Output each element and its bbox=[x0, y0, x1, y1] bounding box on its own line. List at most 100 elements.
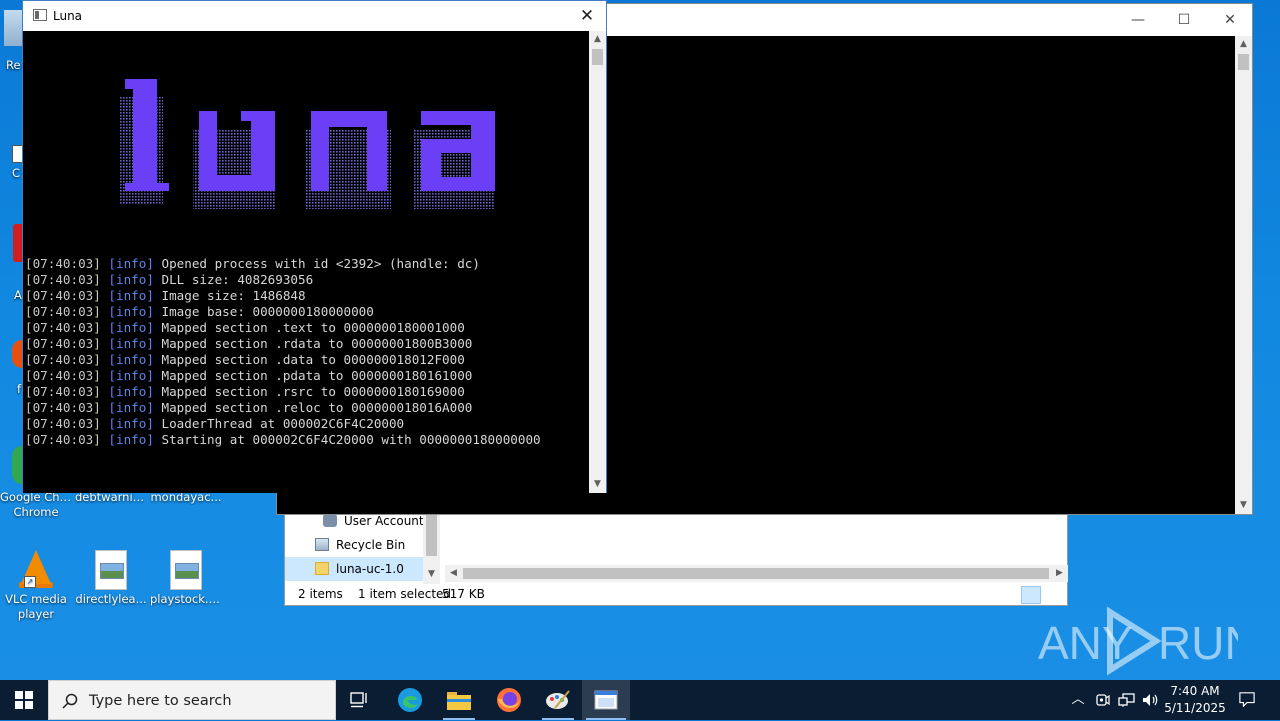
chevron-down-icon[interactable]: ▼ bbox=[589, 476, 606, 493]
console-output[interactable]: luna [07:40:03] [info] Opened process wi… bbox=[23, 31, 590, 493]
chevron-up-icon[interactable]: ▲ bbox=[589, 31, 606, 48]
chevron-left-icon[interactable]: ◀ bbox=[445, 565, 462, 582]
content-horizontal-scrollbar[interactable]: ◀ ▶ bbox=[445, 565, 1068, 582]
log-message: Mapped section .rdata to 00000001800B300… bbox=[161, 336, 473, 351]
log-line: [07:40:03] [info] Mapped section .data t… bbox=[25, 352, 541, 368]
task-view-button[interactable] bbox=[336, 680, 384, 720]
nav-item-recycle-bin[interactable]: Recycle Bin bbox=[315, 534, 405, 556]
log-level: [info] bbox=[108, 272, 154, 287]
start-button[interactable] bbox=[0, 680, 48, 720]
desktop-partial-label: Re bbox=[6, 58, 21, 72]
chevron-down-icon[interactable]: ▼ bbox=[423, 566, 440, 583]
taskbar: Type here to search ︿ 7:40 AM 5/11/2025 bbox=[0, 680, 1280, 720]
desktop-icon-chrome[interactable]: Google Chrome Chrome bbox=[0, 490, 72, 520]
desktop-icon-label: Chrome bbox=[13, 505, 59, 519]
log-line: [07:40:03] [info] Mapped section .reloc … bbox=[25, 400, 541, 416]
taskbar-paint[interactable] bbox=[534, 680, 582, 720]
background-console-scrollbar[interactable]: ▲ ▼ bbox=[1235, 36, 1252, 514]
log-level: [info] bbox=[108, 304, 154, 319]
taskbar-console-active[interactable] bbox=[582, 680, 630, 720]
nav-item-label: User Accounts bbox=[344, 514, 430, 528]
log-output: [07:40:03] [info] Opened process with id… bbox=[25, 256, 541, 448]
taskbar-file-explorer[interactable] bbox=[435, 680, 483, 720]
details-view-button[interactable] bbox=[1021, 586, 1041, 604]
image-file-icon bbox=[93, 550, 129, 590]
desktop-icon-vlc[interactable]: ↗ VLC media player bbox=[0, 550, 72, 622]
task-view-icon bbox=[350, 692, 367, 708]
chevron-down-icon[interactable]: ▼ bbox=[1235, 497, 1252, 514]
anyrun-watermark: ANY RUN bbox=[1038, 606, 1238, 676]
explorer-window: User Accounts Recycle Bin luna-uc-1.0 ▼ … bbox=[284, 505, 1068, 606]
chevron-up-icon[interactable]: ︿ bbox=[1070, 692, 1086, 708]
luna-titlebar[interactable]: Luna ✕ bbox=[23, 1, 606, 31]
large-icons-view-button[interactable] bbox=[1043, 586, 1063, 604]
status-bar: 2 items 1 item selected 517 KB bbox=[285, 583, 1067, 605]
search-placeholder: Type here to search bbox=[89, 693, 232, 709]
luna-console-scrollbar[interactable]: ▲ ▼ bbox=[589, 31, 606, 493]
maximize-icon[interactable]: ☐ bbox=[1161, 4, 1207, 36]
log-timestamp: [07:40:03] bbox=[25, 320, 101, 335]
log-message: Image size: 1486848 bbox=[161, 288, 306, 303]
notification-icon[interactable] bbox=[1238, 691, 1256, 707]
close-icon[interactable]: ✕ bbox=[574, 4, 600, 28]
desktop-icon-directlylea[interactable]: directlylea... bbox=[75, 550, 147, 607]
desktop-partial-label: f bbox=[17, 382, 22, 396]
search-icon bbox=[62, 693, 78, 709]
user-accounts-icon bbox=[323, 514, 337, 527]
vlc-icon: ↗ bbox=[18, 550, 54, 588]
log-level: [info] bbox=[108, 256, 154, 271]
meet-now-icon[interactable] bbox=[1095, 692, 1111, 708]
firefox-icon bbox=[497, 688, 521, 712]
windows-logo-icon bbox=[15, 691, 33, 709]
taskbar-firefox[interactable] bbox=[485, 680, 533, 720]
log-timestamp: [07:40:03] bbox=[25, 288, 101, 303]
log-message: Image base: 0000000180000000 bbox=[161, 304, 374, 319]
taskbar-clock[interactable]: 7:40 AM 5/11/2025 bbox=[1160, 683, 1230, 717]
chevron-up-icon[interactable]: ▲ bbox=[1235, 36, 1252, 53]
log-level: [info] bbox=[108, 320, 154, 335]
scroll-thumb[interactable] bbox=[463, 568, 1049, 579]
folder-icon bbox=[447, 692, 471, 710]
taskbar-edge[interactable] bbox=[386, 680, 434, 720]
log-message: DLL size: 4082693056 bbox=[161, 272, 314, 287]
paint-icon bbox=[546, 690, 570, 709]
taskbar-search-box[interactable]: Type here to search bbox=[48, 680, 336, 720]
desktop-partial-label: C bbox=[12, 166, 21, 180]
luna-ascii-logo: luna bbox=[119, 79, 495, 209]
recycle-bin-icon bbox=[315, 538, 329, 551]
desktop-partial-icon-firefox[interactable] bbox=[12, 340, 22, 368]
log-level: [info] bbox=[108, 400, 154, 415]
log-message: Mapped section .reloc to 000000018016A00… bbox=[161, 400, 473, 415]
desktop-partial-icon-recycle[interactable] bbox=[4, 10, 22, 46]
desktop-icon-playstock[interactable]: playstock.jpg bbox=[150, 550, 222, 607]
network-icon[interactable] bbox=[1118, 692, 1136, 708]
volume-icon[interactable] bbox=[1142, 692, 1160, 708]
minimize-icon[interactable]: — bbox=[1115, 4, 1161, 36]
desktop-icon-label: directlylea... bbox=[75, 592, 147, 606]
log-line: [07:40:03] [info] Image base: 0000000180… bbox=[25, 304, 541, 320]
chevron-right-icon[interactable]: ▶ bbox=[1051, 565, 1068, 582]
desktop-partial-label: A bbox=[14, 288, 22, 302]
nav-scrollbar[interactable]: ▼ bbox=[423, 506, 440, 584]
log-level: [info] bbox=[108, 432, 154, 447]
console-app-icon bbox=[33, 9, 47, 21]
watermark-text-run: RUN bbox=[1158, 617, 1238, 669]
log-line: [07:40:03] [info] Starting at 000002C6F4… bbox=[25, 432, 541, 448]
status-size: 517 KB bbox=[442, 587, 485, 601]
edge-icon bbox=[398, 688, 422, 712]
log-line: [07:40:03] [info] Image size: 1486848 bbox=[25, 288, 541, 304]
log-timestamp: [07:40:03] bbox=[25, 256, 101, 271]
log-line: [07:40:03] [info] LoaderThread at 000002… bbox=[25, 416, 541, 432]
close-icon[interactable]: ✕ bbox=[1207, 4, 1253, 36]
log-timestamp: [07:40:03] bbox=[25, 352, 101, 367]
log-line: [07:40:03] [info] DLL size: 4082693056 bbox=[25, 272, 541, 288]
desktop-partial-icon-chrome[interactable] bbox=[12, 446, 22, 484]
log-message: Mapped section .text to 0000000180001000 bbox=[161, 320, 465, 335]
clock-date: 5/11/2025 bbox=[1164, 701, 1226, 715]
log-timestamp: [07:40:03] bbox=[25, 432, 101, 447]
nav-item-luna-folder[interactable]: luna-uc-1.0 bbox=[315, 558, 404, 580]
console-window-icon bbox=[594, 690, 618, 710]
log-timestamp: [07:40:03] bbox=[25, 416, 101, 431]
desktop-partial-icon-acrobat[interactable] bbox=[13, 224, 22, 262]
log-level: [info] bbox=[108, 352, 154, 367]
